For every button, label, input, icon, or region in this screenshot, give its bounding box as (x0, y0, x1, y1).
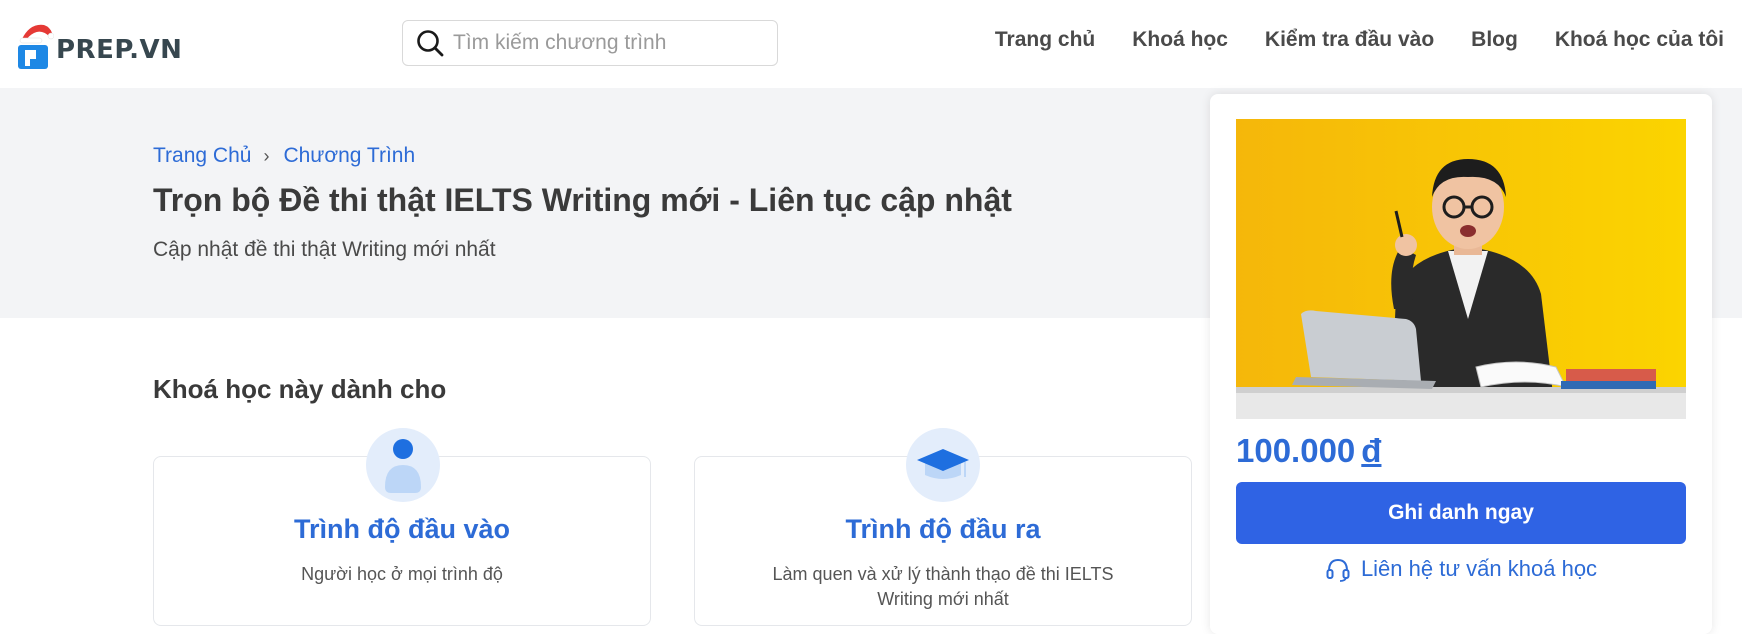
card-desc-exit-line2: Writing mới nhất (877, 589, 1009, 609)
course-price: 100.000 đ (1236, 432, 1381, 470)
breadcrumb-home[interactable]: Trang Chủ (153, 144, 251, 168)
top-navbar: PREP.VN Trang chủ Khoá học Kiểm tra đầu … (0, 0, 1742, 88)
user-icon (366, 428, 440, 502)
logo-text: PREP.VN (56, 35, 183, 65)
contact-advice-link[interactable]: Liên hệ tư vấn khoá học (1236, 556, 1686, 582)
enroll-button[interactable]: Ghi danh ngay (1236, 482, 1686, 544)
page-subtitle: Cập nhật đề thi thật Writing mới nhất (153, 238, 496, 261)
logo[interactable]: PREP.VN (16, 18, 182, 72)
course-thumbnail (1236, 119, 1686, 419)
contact-advice-label: Liên hệ tư vấn khoá học (1360, 556, 1598, 581)
nav-my-courses[interactable]: Khoá học của tôi (1555, 28, 1724, 52)
card-desc-exit-line1: Làm quen và xử lý thành thạo đề thi IELT… (772, 564, 1114, 584)
nav-courses[interactable]: Khoá học (1132, 28, 1228, 52)
card-desc-exit: Làm quen và xử lý thành thạo đề thi IELT… (694, 562, 1192, 612)
chevron-right-icon: › (263, 145, 270, 166)
breadcrumb: Trang Chủ › Chương Trình (153, 144, 415, 168)
breadcrumb-program[interactable]: Chương Trình (283, 144, 415, 168)
nav-placement-test[interactable]: Kiểm tra đầu vào (1265, 28, 1434, 52)
nav-home[interactable]: Trang chủ (995, 28, 1095, 52)
page-title: Trọn bộ Đề thi thật IELTS Writing mới - … (153, 182, 1012, 218)
price-amount: 100.000 (1236, 432, 1356, 469)
card-desc-entry: Người học ở mọi trình độ (301, 564, 503, 584)
nav-blog[interactable]: Blog (1471, 28, 1518, 52)
card-title-entry: Trình độ đầu vào (293, 514, 510, 544)
card-title-exit: Trình độ đầu ra (845, 514, 1041, 544)
search-box[interactable] (402, 20, 778, 66)
headset-icon (1326, 558, 1350, 582)
search-icon (417, 30, 444, 57)
main-nav: Trang chủ Khoá học Kiểm tra đầu vào Blog… (958, 28, 1724, 52)
price-currency: đ (1361, 432, 1382, 469)
graduation-cap-icon (906, 428, 980, 502)
course-purchase-panel: 100.000 đ Ghi danh ngay Liên hệ tư vấn kh… (1210, 94, 1712, 634)
logo-mark-icon (16, 19, 55, 71)
section-title: Khoá học này dành cho (153, 374, 447, 404)
search-input[interactable] (453, 31, 753, 55)
